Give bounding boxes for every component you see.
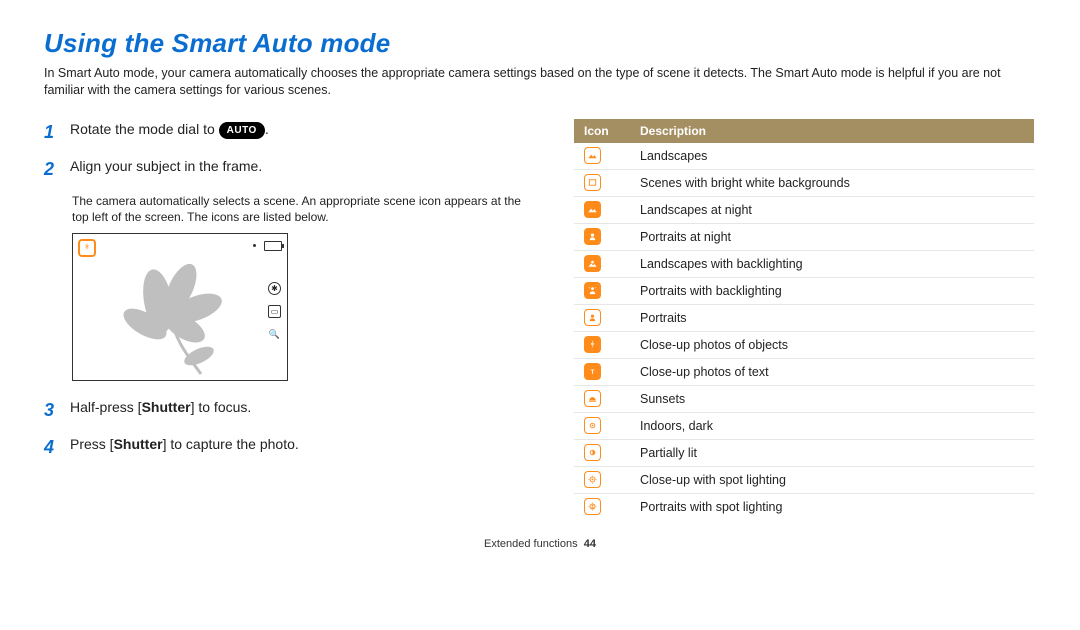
footer-section: Extended functions bbox=[484, 538, 578, 550]
backlit-landscape-icon bbox=[584, 255, 601, 272]
step4-post: ] to capture the photo. bbox=[163, 436, 299, 452]
flash-icon: ✱ bbox=[268, 282, 281, 295]
row-desc: Close-up photos of text bbox=[630, 358, 1034, 385]
landscape-icon bbox=[584, 147, 601, 164]
scene-icon bbox=[78, 239, 96, 257]
step-number: 2 bbox=[44, 156, 58, 183]
backlit-portrait-icon bbox=[584, 282, 601, 299]
zoom-icon bbox=[268, 328, 281, 341]
step-text: Rotate the mode dial to AUTO. bbox=[70, 119, 269, 146]
step-number: 4 bbox=[44, 434, 58, 461]
step-text: Press [Shutter] to capture the photo. bbox=[70, 434, 299, 461]
step2-sub: The camera automatically selects a scene… bbox=[72, 193, 534, 225]
night-landscape-icon bbox=[584, 201, 601, 218]
indicator-dot bbox=[253, 244, 256, 247]
row-desc: Close-up photos of objects bbox=[630, 331, 1034, 358]
left-column: 1 Rotate the mode dial to AUTO. 2 Align … bbox=[44, 119, 534, 520]
night-portrait-icon bbox=[584, 228, 601, 245]
portrait-icon bbox=[584, 309, 601, 326]
macro-object-icon bbox=[584, 336, 601, 353]
row-desc: Sunsets bbox=[630, 385, 1034, 412]
row-desc: Portraits at night bbox=[630, 223, 1034, 250]
row-desc: Portraits with backlighting bbox=[630, 277, 1034, 304]
step3-post: ] to focus. bbox=[191, 399, 252, 415]
auto-mode-pill: AUTO bbox=[219, 122, 265, 140]
col-desc: Description bbox=[630, 119, 1034, 143]
step-text: Half-press [Shutter] to focus. bbox=[70, 397, 251, 424]
camera-lcd-illustration: ✱ ▭ bbox=[72, 233, 288, 381]
footer-page: 44 bbox=[584, 538, 596, 550]
intro-paragraph: In Smart Auto mode, your camera automati… bbox=[44, 65, 1036, 99]
partially-lit-icon bbox=[584, 444, 601, 461]
row-desc: Landscapes at night bbox=[630, 196, 1034, 223]
spot-macro-icon bbox=[584, 471, 601, 488]
page-title: Using the Smart Auto mode bbox=[44, 28, 1036, 59]
step1-pre: Rotate the mode dial to bbox=[70, 121, 219, 137]
row-desc: Indoors, dark bbox=[630, 412, 1034, 439]
row-desc: Scenes with bright white backgrounds bbox=[630, 169, 1034, 196]
row-desc: Landscapes bbox=[630, 143, 1034, 170]
row-desc: Close-up with spot lighting bbox=[630, 466, 1034, 493]
sunset-icon bbox=[584, 390, 601, 407]
icon-description-table: Icon Description Landscapes Scenes with … bbox=[574, 119, 1034, 520]
svg-text:T: T bbox=[591, 370, 595, 376]
page-footer: Extended functions 44 bbox=[44, 538, 1036, 550]
step-number: 3 bbox=[44, 397, 58, 424]
step1-post: . bbox=[265, 121, 269, 137]
row-desc: Portraits with spot lighting bbox=[630, 493, 1034, 520]
row-desc: Partially lit bbox=[630, 439, 1034, 466]
step-number: 1 bbox=[44, 119, 58, 146]
shutter-label: Shutter bbox=[142, 399, 191, 415]
step3-pre: Half-press [ bbox=[70, 399, 142, 415]
step-text: Align your subject in the frame. bbox=[70, 156, 262, 183]
indoor-dark-icon bbox=[584, 417, 601, 434]
timer-icon: ▭ bbox=[268, 305, 281, 318]
flower-illustration bbox=[103, 256, 253, 376]
right-column: Icon Description Landscapes Scenes with … bbox=[574, 119, 1034, 520]
battery-icon bbox=[264, 241, 282, 251]
col-icon: Icon bbox=[574, 119, 630, 143]
shutter-label: Shutter bbox=[114, 436, 163, 452]
step4-pre: Press [ bbox=[70, 436, 114, 452]
white-bg-icon bbox=[584, 174, 601, 191]
row-desc: Landscapes with backlighting bbox=[630, 250, 1034, 277]
row-desc: Portraits bbox=[630, 304, 1034, 331]
macro-text-icon: T bbox=[584, 363, 601, 380]
spot-portrait-icon bbox=[584, 498, 601, 515]
